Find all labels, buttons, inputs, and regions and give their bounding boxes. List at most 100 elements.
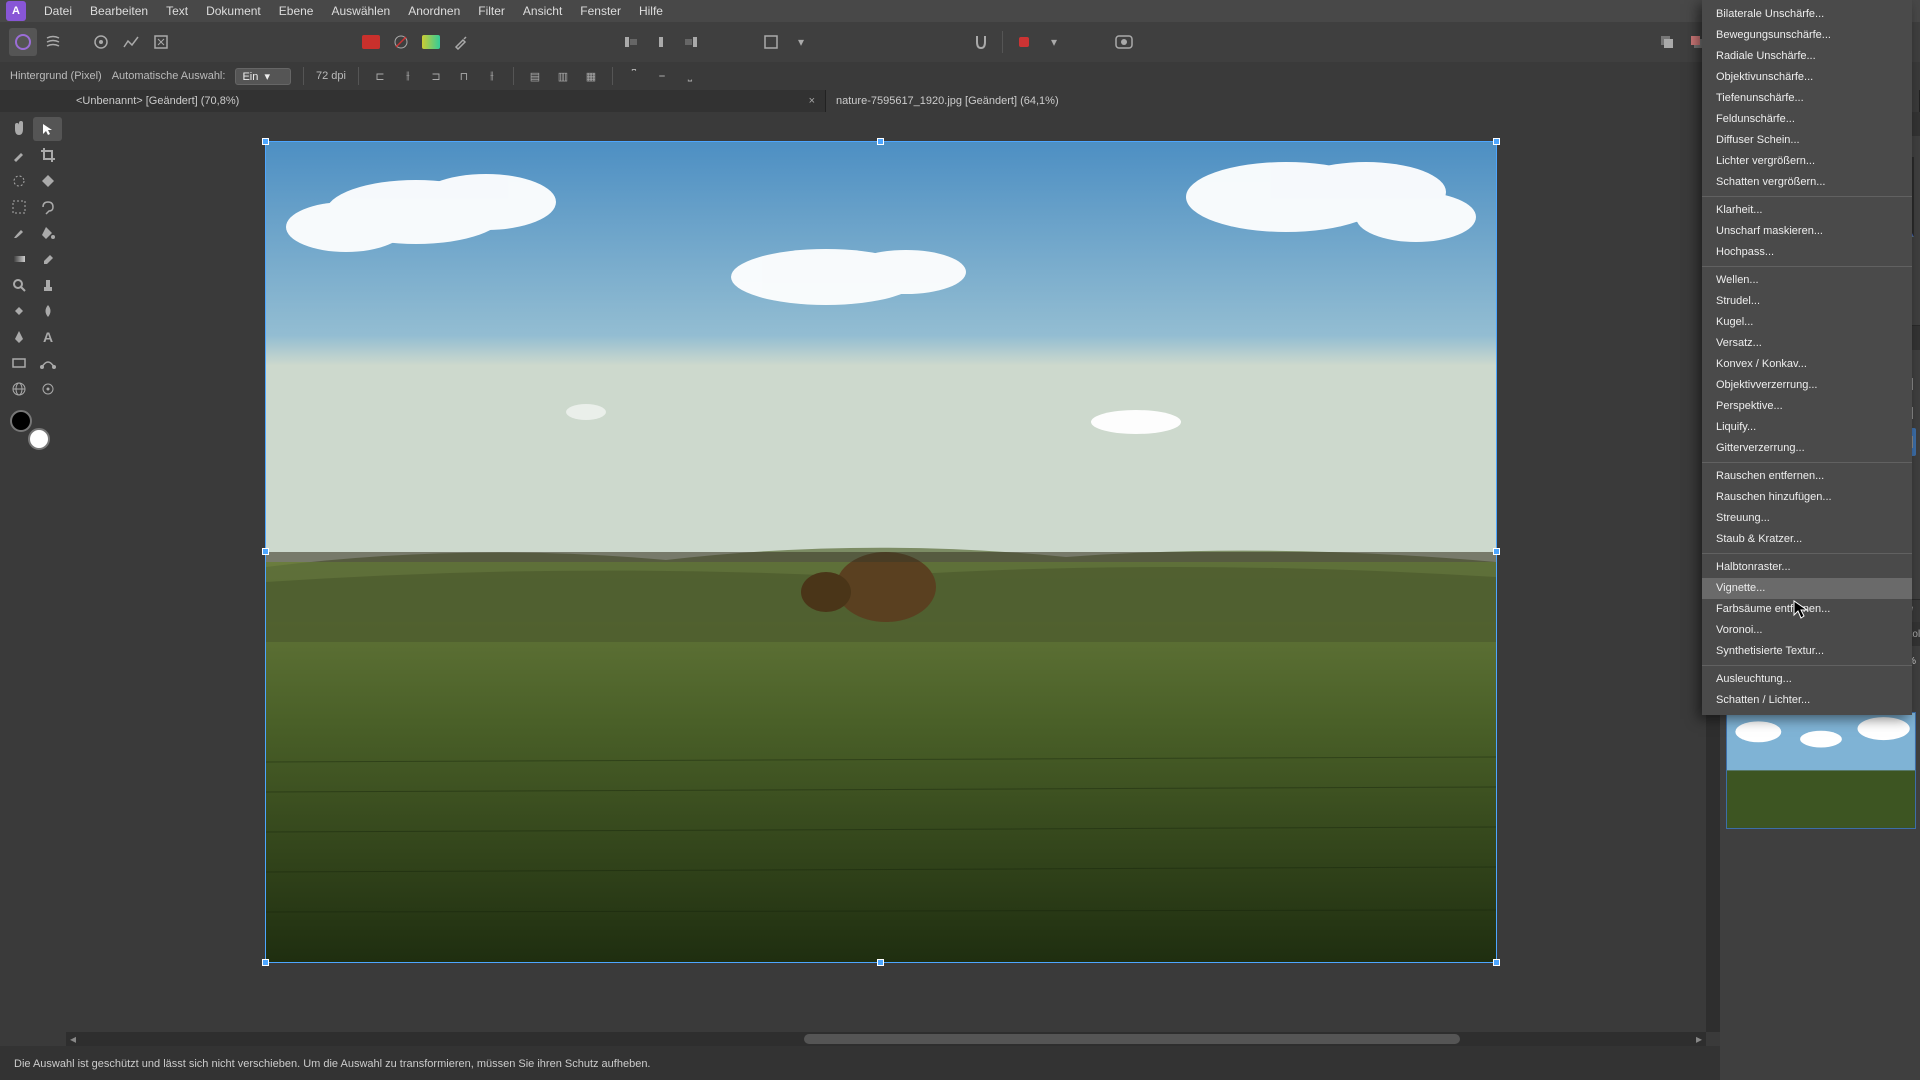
color-picker-tool-icon[interactable] bbox=[4, 143, 33, 167]
move-back-icon[interactable] bbox=[1653, 28, 1681, 56]
align-v-middle-icon[interactable]: ⫲ bbox=[483, 67, 501, 85]
flood-select-icon[interactable] bbox=[33, 169, 62, 193]
foreground-color[interactable] bbox=[10, 410, 32, 432]
dist-center-icon[interactable]: ▥ bbox=[554, 67, 572, 85]
menu-item[interactable]: Vignette... bbox=[1702, 578, 1912, 599]
color-swatches[interactable] bbox=[10, 410, 50, 450]
align-right-icon[interactable] bbox=[677, 28, 705, 56]
mesh-tool-icon[interactable] bbox=[4, 377, 33, 401]
menu-item[interactable]: Ausleuchtung... bbox=[1702, 669, 1912, 690]
menu-item[interactable]: Perspektive... bbox=[1702, 396, 1912, 417]
fill-tool-icon[interactable] bbox=[33, 221, 62, 245]
doc-tab-1[interactable]: <Unbenannt> [Geändert] (70,8%) × bbox=[66, 90, 826, 112]
align-v-top-icon[interactable]: ⊓ bbox=[455, 67, 473, 85]
align-h-center-icon[interactable]: ⫲ bbox=[399, 67, 417, 85]
menu-help[interactable]: Hilfe bbox=[639, 4, 663, 18]
menu-item[interactable]: Kugel... bbox=[1702, 312, 1912, 333]
dist-right-icon[interactable]: ▦ bbox=[582, 67, 600, 85]
healing-tool-icon[interactable] bbox=[4, 299, 33, 323]
menu-item[interactable]: Schatten / Lichter... bbox=[1702, 690, 1912, 711]
align-center-icon[interactable] bbox=[647, 28, 675, 56]
menu-window[interactable]: Fenster bbox=[580, 4, 621, 18]
menu-item[interactable]: Streuung... bbox=[1702, 508, 1912, 529]
menu-item[interactable]: Bewegungsunschärfe... bbox=[1702, 25, 1912, 46]
menu-item[interactable]: Liquify... bbox=[1702, 417, 1912, 438]
menu-document[interactable]: Dokument bbox=[206, 4, 261, 18]
target-tool-icon[interactable] bbox=[33, 377, 62, 401]
valign-top-icon[interactable]: ⎴ bbox=[625, 67, 643, 85]
align-h-left-icon[interactable]: ⊏ bbox=[371, 67, 389, 85]
menu-item[interactable]: Objektivverzerrung... bbox=[1702, 375, 1912, 396]
color-swatch-red[interactable] bbox=[357, 28, 385, 56]
menu-view[interactable]: Ansicht bbox=[523, 4, 562, 18]
selection-mode-icon[interactable] bbox=[757, 28, 785, 56]
crop-tool-icon[interactable] bbox=[33, 143, 62, 167]
eraser-tool-icon[interactable] bbox=[33, 247, 62, 271]
document-canvas[interactable] bbox=[266, 142, 1496, 962]
menu-select[interactable]: Auswählen bbox=[331, 4, 390, 18]
menu-item[interactable]: Staub & Kratzer... bbox=[1702, 529, 1912, 550]
persona-export-icon[interactable] bbox=[147, 28, 175, 56]
background-color[interactable] bbox=[28, 428, 50, 450]
zoom-tool-icon[interactable] bbox=[4, 273, 33, 297]
menu-item[interactable]: Schatten vergrößern... bbox=[1702, 172, 1912, 193]
quick-mask-icon[interactable] bbox=[1110, 28, 1138, 56]
menu-file[interactable]: Datei bbox=[44, 4, 72, 18]
shape-tool-icon[interactable] bbox=[4, 351, 33, 375]
scroll-left-icon[interactable]: ◂ bbox=[66, 1032, 80, 1046]
gradient-tool-icon[interactable] bbox=[4, 247, 33, 271]
menu-item[interactable]: Unscharf maskieren... bbox=[1702, 221, 1912, 242]
align-h-right-icon[interactable]: ⊐ bbox=[427, 67, 445, 85]
menu-item[interactable]: Hochpass... bbox=[1702, 242, 1912, 263]
move-tool-icon[interactable] bbox=[33, 117, 62, 141]
scroll-right-icon[interactable]: ▸ bbox=[1692, 1032, 1706, 1046]
node-tool-icon[interactable] bbox=[33, 351, 62, 375]
menu-item[interactable]: Synthetisierte Textur... bbox=[1702, 641, 1912, 662]
menu-item[interactable]: Radiale Unschärfe... bbox=[1702, 46, 1912, 67]
menu-arrange[interactable]: Anordnen bbox=[408, 4, 460, 18]
menu-item[interactable]: Klarheit... bbox=[1702, 200, 1912, 221]
menu-filter[interactable]: Filter bbox=[478, 4, 505, 18]
pen-tool-icon[interactable] bbox=[4, 325, 33, 349]
menu-item[interactable]: Strudel... bbox=[1702, 291, 1912, 312]
text-tool-icon[interactable]: A bbox=[33, 325, 62, 349]
chevron-down-icon[interactable]: ▾ bbox=[787, 28, 815, 56]
align-left-icon[interactable] bbox=[617, 28, 645, 56]
menu-layer[interactable]: Ebene bbox=[279, 4, 314, 18]
lasso-tool-icon[interactable] bbox=[33, 195, 62, 219]
menu-item[interactable]: Rauschen entfernen... bbox=[1702, 466, 1912, 487]
menu-item[interactable]: Objektivunschärfe... bbox=[1702, 67, 1912, 88]
menu-item[interactable]: Feldunschärfe... bbox=[1702, 109, 1912, 130]
persona-develop-icon[interactable] bbox=[87, 28, 115, 56]
menu-item[interactable]: Farbsäume entfernen... bbox=[1702, 599, 1912, 620]
menu-item[interactable]: Diffuser Schein... bbox=[1702, 130, 1912, 151]
lock-icon[interactable] bbox=[1010, 28, 1038, 56]
menu-item[interactable]: Rauschen hinzufügen... bbox=[1702, 487, 1912, 508]
snap-icon[interactable] bbox=[967, 28, 995, 56]
menu-edit[interactable]: Bearbeiten bbox=[90, 4, 148, 18]
horizontal-scrollbar[interactable]: ◂ ▸ bbox=[66, 1032, 1706, 1046]
eyedropper-icon[interactable] bbox=[447, 28, 475, 56]
persona-photo-icon[interactable] bbox=[9, 28, 37, 56]
valign-bot-icon[interactable]: ⎵ bbox=[681, 67, 699, 85]
menu-item[interactable]: Konvex / Konkav... bbox=[1702, 354, 1912, 375]
menu-text[interactable]: Text bbox=[166, 4, 188, 18]
menu-item[interactable]: Voronoi... bbox=[1702, 620, 1912, 641]
brush-tool-icon[interactable] bbox=[4, 221, 33, 245]
persona-liquify-icon[interactable] bbox=[39, 28, 67, 56]
selection-brush-icon[interactable] bbox=[4, 169, 33, 193]
no-fill-icon[interactable] bbox=[387, 28, 415, 56]
blur-tool-icon[interactable] bbox=[33, 299, 62, 323]
hand-tool-icon[interactable] bbox=[4, 117, 33, 141]
color-swatch-gradient[interactable] bbox=[417, 28, 445, 56]
chevron-down-icon[interactable]: ▾ bbox=[1040, 28, 1068, 56]
navigator-preview[interactable] bbox=[1724, 712, 1916, 822]
menu-item[interactable]: Tiefenunschärfe... bbox=[1702, 88, 1912, 109]
valign-mid-icon[interactable]: ⎯ bbox=[653, 67, 671, 85]
menu-item[interactable]: Gitterverzerrung... bbox=[1702, 438, 1912, 459]
stamp-tool-icon[interactable] bbox=[33, 273, 62, 297]
scroll-thumb[interactable] bbox=[804, 1034, 1460, 1044]
menu-item[interactable]: Halbtonraster... bbox=[1702, 557, 1912, 578]
auto-select-dropdown[interactable]: Ein ▾ bbox=[235, 68, 291, 85]
dist-left-icon[interactable]: ▤ bbox=[526, 67, 544, 85]
